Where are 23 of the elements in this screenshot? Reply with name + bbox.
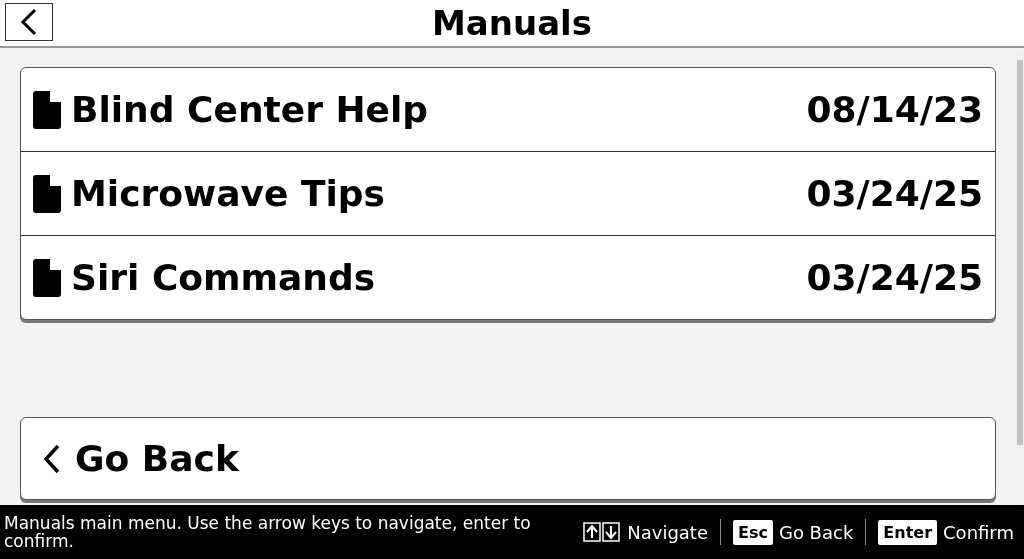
chevron-left-icon xyxy=(19,7,39,37)
back-button[interactable] xyxy=(5,3,53,41)
document-icon xyxy=(33,258,61,297)
manual-name: Siri Commands xyxy=(71,257,377,298)
manual-date: 03/24/25 xyxy=(806,257,983,298)
hint-label: Go Back xyxy=(778,521,854,543)
up-down-arrow-keys-icon xyxy=(583,522,622,542)
manual-date: 03/24/25 xyxy=(806,173,983,214)
manual-name: Blind Center Help xyxy=(71,89,430,130)
document-icon xyxy=(33,174,61,213)
page-title: Manuals xyxy=(432,3,592,43)
manual-item[interactable]: Blind Center Help 08/14/23 xyxy=(21,68,995,151)
help-message: Manuals main menu. Use the arrow keys to navigate, enter to confirm. xyxy=(4,514,532,550)
key-cap: Enter xyxy=(878,519,938,545)
key-cap: Esc xyxy=(733,519,773,545)
hint-label: Confirm xyxy=(943,521,1014,543)
manual-item[interactable]: Siri Commands 03/24/25 xyxy=(21,235,995,319)
go-back-button[interactable]: Go Back xyxy=(20,417,996,500)
manual-date: 08/14/23 xyxy=(806,89,983,130)
manual-item[interactable]: Microwave Tips 03/24/25 xyxy=(21,151,995,235)
document-icon xyxy=(33,90,61,129)
manual-name: Microwave Tips xyxy=(71,173,387,214)
hint-label: Navigate xyxy=(627,521,708,543)
